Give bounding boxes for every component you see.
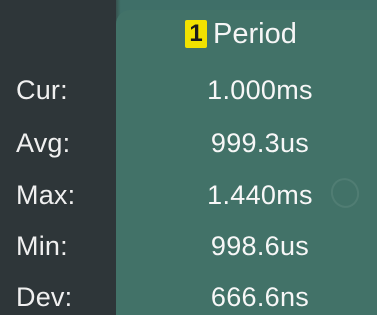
stat-value: 666.6ns [210,281,310,312]
stat-value: 1.000ms [207,74,313,105]
stat-row-deviation: Dev: 666.6ns [0,273,377,315]
stat-row-maximum: Max: 1.440ms [0,171,377,219]
stat-label: Cur: [16,74,68,105]
stat-value: 999.3us [210,127,310,158]
stat-row-minimum: Min: 998.6us [0,222,377,270]
stat-label: Max: [16,179,76,210]
measurement-screen: 1 Period Cur: 1.000ms Avg: 999.3us Max: … [0,0,377,315]
stat-value: 1.440ms [207,179,313,210]
stat-value: 998.6us [210,230,310,261]
stat-row-average: Avg: 999.3us [0,119,377,167]
stat-label: Dev: [16,281,73,312]
stat-label: Avg: [16,127,71,158]
channel-badge: 1 [185,20,207,48]
measurement-title: Period [213,17,297,50]
measurement-header: 1 Period [185,14,297,54]
stat-row-current: Cur: 1.000ms [0,66,377,114]
stat-label: Min: [16,230,68,261]
